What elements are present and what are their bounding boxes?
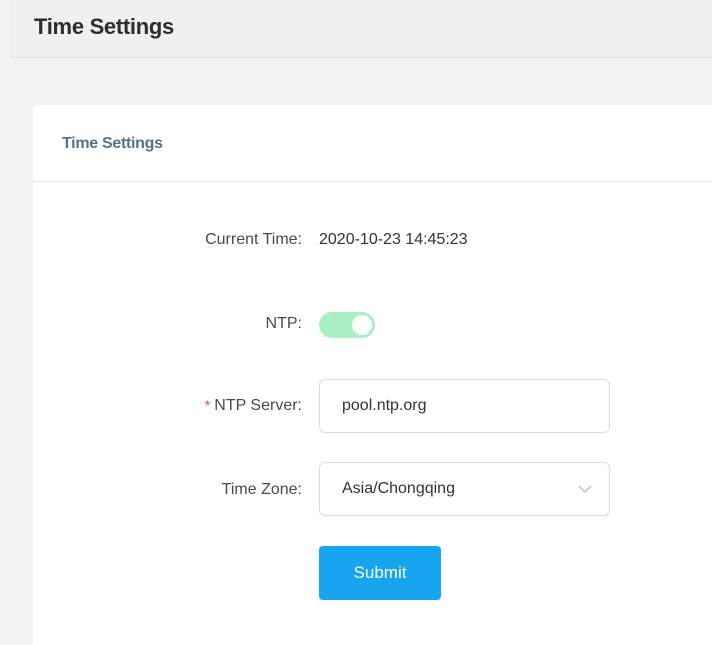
time-zone-label: Time Zone: <box>221 481 302 498</box>
page-header: Time Settings <box>10 0 712 58</box>
current-time-value: 2020-10-23 14:45:23 <box>319 231 468 248</box>
ntp-toggle[interactable] <box>319 312 375 338</box>
time-zone-selected-value: Asia/Chongqing <box>342 480 455 497</box>
ntp-server-input[interactable] <box>319 379 610 433</box>
ntp-label: NTP: <box>265 315 302 332</box>
ntp-toggle-knob <box>352 315 372 335</box>
chevron-down-icon <box>578 485 592 493</box>
card-header: Time Settings <box>33 105 712 182</box>
current-time-label: Current Time: <box>205 231 302 248</box>
required-asterisk: * <box>204 397 211 413</box>
submit-button[interactable]: Submit <box>319 546 441 600</box>
time-zone-select[interactable]: Asia/Chongqing <box>319 462 610 516</box>
ntp-server-label: * NTP Server: <box>205 397 302 415</box>
card-title: Time Settings <box>62 135 163 152</box>
ntp-server-label-text: NTP Server: <box>214 397 302 414</box>
page-title: Time Settings <box>34 14 174 39</box>
time-settings-card: Time Settings Current Time: 2020-10-23 1… <box>33 105 712 645</box>
